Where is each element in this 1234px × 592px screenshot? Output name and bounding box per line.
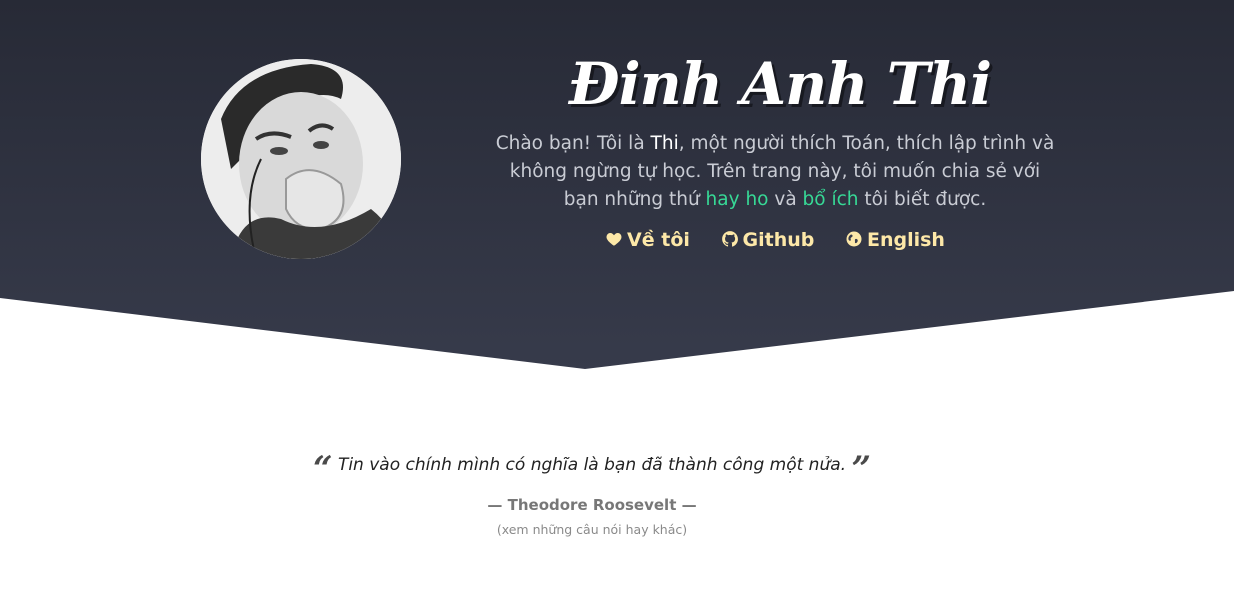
bio-text: Chào bạn! Tôi là Thi, một người thích To… xyxy=(490,130,1060,214)
bio-name: Thi xyxy=(650,133,679,154)
avatar-illustration xyxy=(201,59,401,259)
quote-open-mark: “ xyxy=(312,449,333,489)
bio-highlight: bổ ích xyxy=(802,189,859,210)
english-link[interactable]: English xyxy=(845,229,945,251)
bio-highlight: hay ho xyxy=(705,189,769,210)
heart-icon xyxy=(606,233,622,246)
quote-body: Tin vào chính mình có nghĩa là bạn đã th… xyxy=(337,455,847,475)
nav-links: Về tôi Github English xyxy=(560,229,990,251)
github-link[interactable]: Github xyxy=(721,229,815,251)
bio-part: tôi biết được. xyxy=(858,189,987,210)
english-link-label: English xyxy=(866,229,945,251)
bio-part: Chào bạn! Tôi là xyxy=(495,133,651,154)
quote-text: “ Tin vào chính mình có nghĩa là bạn đã … xyxy=(200,450,984,486)
github-icon xyxy=(721,231,738,247)
globe-icon xyxy=(846,231,862,247)
github-link-label: Github xyxy=(742,229,815,251)
bio-part: và xyxy=(768,189,803,210)
about-link[interactable]: Về tôi xyxy=(605,229,690,251)
avatar xyxy=(201,59,401,259)
quote-author: — Theodore Roosevelt — xyxy=(487,496,697,514)
quote-close-mark: ” xyxy=(851,449,872,489)
about-link-label: Về tôi xyxy=(627,229,690,251)
page-title: Đinh Anh Thi xyxy=(568,50,992,118)
more-quotes-link[interactable]: (xem những câu nói hay khác) xyxy=(200,522,984,537)
